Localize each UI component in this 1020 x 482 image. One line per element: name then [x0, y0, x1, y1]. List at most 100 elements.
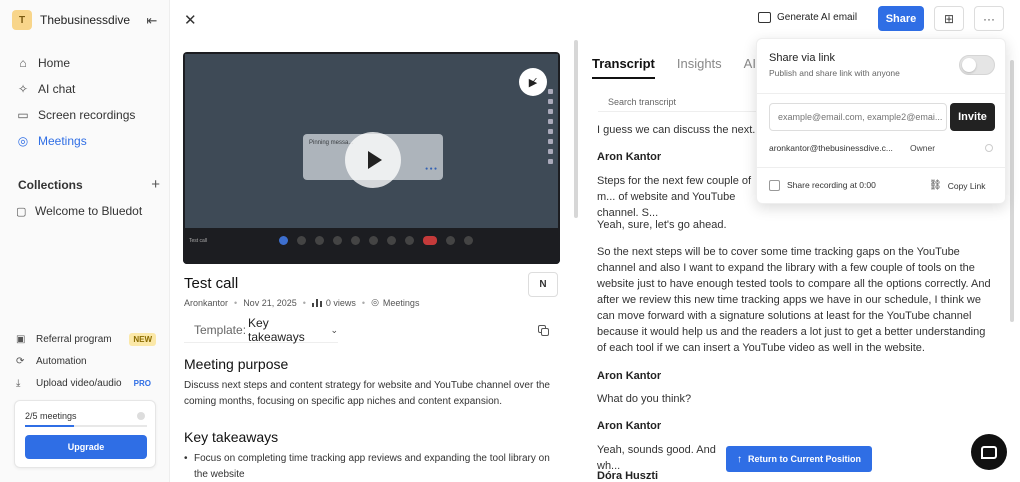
views-icon [311, 298, 322, 307]
chevron-down-icon: ⌄ [330, 324, 338, 335]
sidebar-item-screen-recordings[interactable]: ▭ Screen recordings [12, 102, 162, 128]
sidebar-item-label: Meetings [38, 134, 87, 148]
play-button[interactable] [345, 132, 401, 188]
search-transcript-input[interactable]: Search transcript [598, 92, 758, 112]
copy-link-label: Copy Link [947, 180, 986, 191]
home-icon: ⌂ [19, 56, 27, 70]
sidebar-item-meetings[interactable]: ◎ Meetings [12, 128, 162, 154]
meeting-date: Nov 21, 2025 [243, 297, 297, 308]
summary-scrollbar[interactable] [574, 40, 578, 218]
video-frame: Pinning messa... ● ● ● ▶̸ [185, 54, 558, 228]
meetings-icon: ◎ [17, 134, 29, 148]
notion-icon: N [539, 279, 547, 290]
share-popover: Share via link Publish and share link wi… [756, 38, 1006, 204]
tab-insights[interactable]: Insights [677, 56, 722, 79]
add-collection-icon[interactable]: + [151, 176, 160, 193]
automation-link[interactable]: ⟳ Automation [16, 350, 156, 372]
workspace-avatar: T [12, 10, 32, 30]
share-recording-checkbox[interactable] [769, 180, 780, 191]
divider [757, 167, 1005, 168]
speaker-name: Aron Kantor [597, 370, 662, 382]
info-icon[interactable] [137, 412, 145, 420]
upgrade-button[interactable]: Upgrade [25, 435, 147, 459]
new-badge: NEW [129, 332, 156, 346]
upload-label: Upload video/audio [36, 377, 122, 389]
meeting-views: 0 views [325, 297, 356, 308]
copy-link-button[interactable]: ⛓ Copy Link [929, 180, 986, 191]
transcript-line: Steps for the next few couple of m... of… [597, 175, 752, 219]
divider [757, 93, 1005, 94]
transcript-line: Yeah, sure, let's go ahead. [597, 219, 727, 231]
workspace-switcher[interactable]: T Thebusinessdive ⇤ [12, 10, 160, 30]
camera-off-icon: ▶̸ [528, 76, 538, 89]
share-link-toggle[interactable] [959, 55, 995, 75]
mail-icon [758, 12, 771, 23]
template-select[interactable]: Template: Key takeaways ⌄ [184, 316, 338, 344]
share-button[interactable]: Share [878, 6, 924, 31]
notion-export-button[interactable]: N [528, 272, 558, 297]
video-player[interactable]: Pinning messa... ● ● ● ▶̸ Test call [183, 52, 560, 264]
sidebar-item-home[interactable]: ⌂ Home [12, 50, 162, 76]
copy-icon[interactable] [538, 325, 550, 337]
upload-link[interactable]: ⤓ Upload video/audio PRO [16, 372, 156, 394]
collection-icon: ▢ [16, 206, 27, 218]
transcript-line: What do you think? [597, 393, 692, 405]
transcript-scrollbar[interactable] [1010, 60, 1014, 322]
meetings-icon: ◎ [371, 297, 379, 307]
right-panel-tabs: Transcript Insights AI c [592, 56, 766, 79]
template-value: Key takeaways [248, 316, 305, 344]
more-options-button[interactable]: ··· [974, 6, 1004, 31]
sidebar-item-label: AI chat [38, 82, 76, 96]
link-icon: ⛓ [929, 180, 942, 191]
speaker-name: Dóra Huszti [597, 470, 659, 482]
folder-move-button[interactable]: ⊞ [934, 6, 964, 31]
tab-transcript[interactable]: Transcript [592, 56, 655, 79]
collections-heading: Collections [18, 177, 83, 192]
template-label: Template: [194, 323, 247, 337]
owner-email: aronkantor@thebusinessdive.c... [769, 143, 893, 153]
workspace-name: Thebusinessdive [40, 13, 131, 27]
arrow-up-icon: ↑ [737, 453, 742, 465]
usage-progress-bar [25, 425, 147, 427]
collapse-sidebar-icon[interactable]: ⇤ [144, 13, 160, 28]
chat-support-button[interactable] [971, 434, 1007, 470]
camera-off-button[interactable]: ▶̸ [519, 68, 547, 96]
return-label: Return to Current Position [748, 454, 861, 464]
chat-bubble-icon [981, 445, 997, 459]
video-toolbar-controls [279, 236, 473, 245]
owner-role: Owner [910, 143, 936, 153]
takeaways-heading: Key takeaways [184, 429, 279, 445]
pro-badge: PRO [133, 378, 151, 388]
sidebar-bottom-links: ▣ Referral program NEW ⟳ Automation ⤓ Up… [16, 328, 156, 394]
owner-status-icon [985, 144, 993, 152]
automation-label: Automation [36, 355, 87, 367]
meeting-title: Test call [184, 275, 239, 292]
sidebar-item-ai-chat[interactable]: ✧ AI chat [12, 76, 162, 102]
share-via-link-subtitle: Publish and share link with anyone [769, 68, 900, 78]
collection-item[interactable]: ▢ Welcome to Bluedot [16, 204, 142, 218]
sparkle-icon: ✧ [17, 82, 29, 96]
referral-label: Referral program [36, 333, 112, 345]
return-to-current-position-button[interactable]: ↑ Return to Current Position [726, 446, 872, 472]
folder-icon: ⊞ [943, 11, 955, 26]
invite-button[interactable]: Invite [950, 103, 995, 131]
invite-email-input[interactable] [769, 103, 947, 131]
generate-ai-email-label: Generate AI email [777, 12, 858, 23]
referral-program-link[interactable]: ▣ Referral program NEW [16, 328, 156, 350]
collections-header: Collections + [18, 176, 160, 193]
generate-ai-email-button[interactable]: Generate AI email [758, 12, 857, 23]
sidebar: T Thebusinessdive ⇤ ⌂ Home ✧ AI chat ▭ S… [0, 0, 170, 482]
play-icon [368, 151, 382, 169]
video-toolbar: Test call [183, 228, 560, 264]
screen-icon: ▭ [17, 108, 29, 122]
gift-icon: ▣ [16, 333, 26, 345]
share-recording-label: Share recording at 0:00 [787, 180, 876, 190]
meeting-folder: Meetings [382, 297, 420, 308]
close-icon[interactable]: ✕ [184, 11, 197, 29]
takeaway-item: Focus on completing time tracking app re… [184, 451, 556, 482]
usage-label: 2/5 meetings [25, 411, 77, 421]
collection-item-label: Welcome to Bluedot [35, 204, 143, 218]
more-icon: ··· [983, 11, 995, 26]
sidebar-item-label: Screen recordings [38, 108, 136, 122]
purpose-text: Discuss next steps and content strategy … [184, 380, 550, 407]
